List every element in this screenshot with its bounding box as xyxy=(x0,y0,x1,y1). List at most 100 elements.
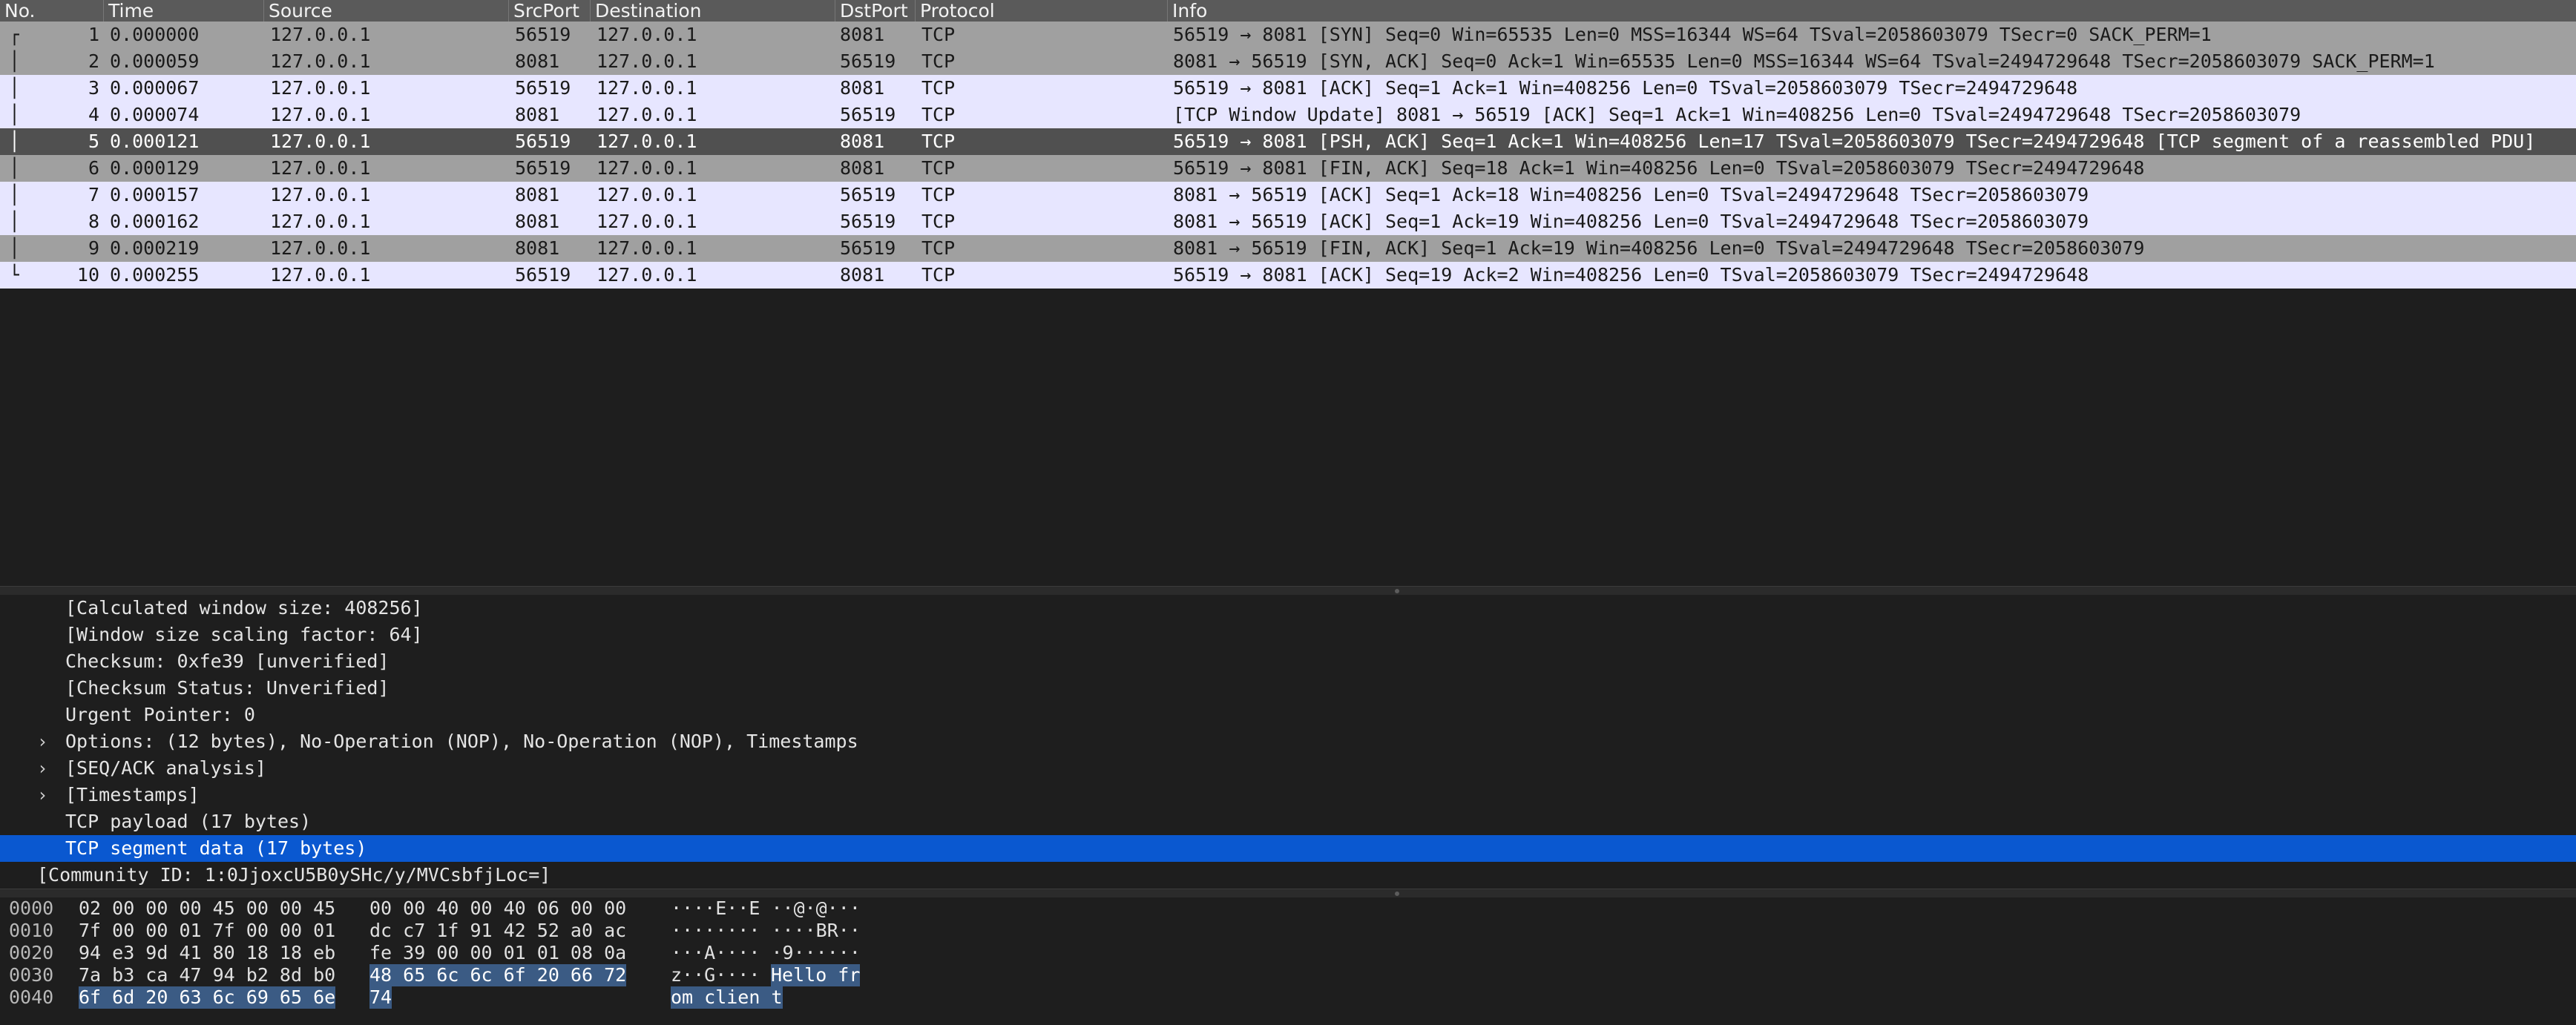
conversation-bracket: │ xyxy=(9,77,19,99)
conversation-bracket: │ xyxy=(9,211,19,232)
cell-no: 8 xyxy=(88,211,99,232)
conversation-bracket: │ xyxy=(9,237,19,259)
cell-no: 3 xyxy=(88,77,99,99)
cell-srcport: 8081 xyxy=(515,211,560,232)
expand-chevron-icon[interactable]: › xyxy=(37,782,47,808)
packet-row[interactable]: │ 2 0.000059 127.0.0.1 8081 127.0.0.1 56519 TCP… xyxy=(0,48,2576,75)
cell-source: 127.0.0.1 xyxy=(270,77,371,99)
col-header-destination[interactable]: Destination xyxy=(591,0,835,22)
cell-srcport: 8081 xyxy=(515,50,560,72)
detail-text: [Timestamps] xyxy=(65,784,200,805)
detail-row[interactable]: [Calculated window size: 408256] xyxy=(0,595,2576,622)
cell-info: 8081 → 56519 [ACK] Seq=1 Ack=19 Win=4082… xyxy=(1173,211,2089,232)
packet-row[interactable]: │ 8 0.000162 127.0.0.1 8081 127.0.0.1 56519 TCP… xyxy=(0,208,2576,235)
expand-chevron-icon[interactable]: › xyxy=(37,728,47,755)
ascii-text[interactable]: z··G···· xyxy=(671,964,760,986)
cell-destination: 127.0.0.1 xyxy=(597,211,697,232)
hex-group-1[interactable]: 7a b3 ca 47 94 b2 8d b0 xyxy=(79,964,335,986)
packet-details-pane[interactable]: [Calculated window size: 408256] [Window … xyxy=(0,595,2576,889)
expand-chevron-icon[interactable]: › xyxy=(37,755,47,782)
col-header-source[interactable]: Source xyxy=(264,0,509,22)
cell-time: 0.000074 xyxy=(110,104,200,125)
cell-dstport: 8081 xyxy=(840,131,885,152)
ascii-text[interactable]: ····E··E ··@·@··· xyxy=(671,897,861,920)
cell-dstport: 56519 xyxy=(840,184,896,205)
cell-protocol: TCP xyxy=(921,184,956,205)
ascii-text-highlight[interactable]: Hello fr xyxy=(771,964,861,986)
packet-list-header: No. Time Source SrcPort Destination DstP… xyxy=(0,0,2576,22)
cell-source: 127.0.0.1 xyxy=(270,157,371,179)
cell-source: 127.0.0.1 xyxy=(270,50,371,72)
col-header-info[interactable]: Info xyxy=(1168,0,2576,22)
col-header-dstport[interactable]: DstPort xyxy=(835,0,916,22)
col-header-time[interactable]: Time xyxy=(104,0,264,22)
packet-row[interactable]: │ 4 0.000074 127.0.0.1 8081 127.0.0.1 56519 TCP… xyxy=(0,102,2576,128)
cell-info: 8081 → 56519 [FIN, ACK] Seq=1 Ack=19 Win… xyxy=(1173,237,2145,259)
cell-time: 0.000219 xyxy=(110,237,200,259)
cell-dstport: 56519 xyxy=(840,104,896,125)
packet-list-pane[interactable]: No. Time Source SrcPort Destination DstP… xyxy=(0,0,2576,586)
packet-row[interactable]: │ 3 0.000067 127.0.0.1 56519 127.0.0.1 8081 TCP… xyxy=(0,75,2576,102)
hex-group-1[interactable]: 94 e3 9d 41 80 18 18 eb xyxy=(79,942,335,964)
detail-row[interactable]: › [SEQ/ACK analysis] xyxy=(0,755,2576,782)
packet-row[interactable]: ┌ 1 0.000000 127.0.0.1 56519 127.0.0.1 8081 TCP… xyxy=(0,22,2576,48)
col-header-srcport[interactable]: SrcPort xyxy=(509,0,591,22)
cell-no: 6 xyxy=(88,157,99,179)
ascii-text-highlight[interactable]: om clien t xyxy=(671,986,783,1009)
cell-dstport: 8081 xyxy=(840,77,885,99)
packet-row[interactable]: └ 10 0.000255 127.0.0.1 56519 127.0.0.1 8081 TC… xyxy=(0,262,2576,289)
detail-row[interactable]: TCP payload (17 bytes) xyxy=(0,808,2576,835)
hex-group-1[interactable]: 7f 00 00 01 7f 00 00 01 xyxy=(79,920,335,942)
packet-row[interactable]: │ 6 0.000129 127.0.0.1 56519 127.0.0.1 8081 TCP… xyxy=(0,155,2576,182)
cell-protocol: TCP xyxy=(921,157,956,179)
col-header-protocol[interactable]: Protocol xyxy=(916,0,1168,22)
packet-row[interactable]: │ 9 0.000219 127.0.0.1 8081 127.0.0.1 56519 TCP… xyxy=(0,235,2576,262)
hex-group-2[interactable]: dc c7 1f 91 42 52 a0 ac xyxy=(369,920,626,942)
cell-dstport: 8081 xyxy=(840,264,885,286)
packet-bytes-pane[interactable]: 0000 02 00 00 00 45 00 00 45 00 00 40 00 4… xyxy=(0,897,2576,1025)
col-header-no[interactable]: No. xyxy=(0,0,104,22)
ascii-text[interactable]: ········ ····BR·· xyxy=(671,920,861,942)
detail-row[interactable]: [Checksum Status: Unverified] xyxy=(0,675,2576,702)
hex-group-2[interactable]: 00 00 40 00 40 06 00 00 xyxy=(369,897,626,920)
cell-srcport: 8081 xyxy=(515,184,560,205)
detail-row[interactable]: Checksum: 0xfe39 [unverified] xyxy=(0,648,2576,675)
cell-destination: 127.0.0.1 xyxy=(597,24,697,45)
cell-time: 0.000162 xyxy=(110,211,200,232)
hex-group-2-highlight[interactable]: 48 65 6c 6c 6f 20 66 72 xyxy=(369,964,627,986)
cell-destination: 127.0.0.1 xyxy=(597,264,697,286)
cell-srcport: 56519 xyxy=(515,24,571,45)
packet-row[interactable]: │ 7 0.000157 127.0.0.1 8081 127.0.0.1 56519 TCP… xyxy=(0,182,2576,208)
cell-destination: 127.0.0.1 xyxy=(597,77,697,99)
hex-group-1-highlight[interactable]: 6f 6d 20 63 6c 69 65 6e xyxy=(79,986,336,1009)
cell-protocol: TCP xyxy=(921,77,956,99)
cell-no: 7 xyxy=(88,184,99,205)
hex-group-2-highlight[interactable]: 74 xyxy=(369,986,392,1009)
detail-text: TCP payload (17 bytes) xyxy=(65,811,312,832)
hex-group-2[interactable]: fe 39 00 00 01 01 08 0a xyxy=(369,942,626,964)
conversation-bracket: │ xyxy=(9,131,19,152)
cell-protocol: TCP xyxy=(921,264,956,286)
detail-row[interactable]: Urgent Pointer: 0 xyxy=(0,702,2576,728)
detail-row[interactable]: TCP segment data (17 bytes) xyxy=(0,835,2576,862)
cell-protocol: TCP xyxy=(921,24,956,45)
ascii-text[interactable]: ···A···· ·9······ xyxy=(671,942,861,964)
cell-time: 0.000059 xyxy=(110,50,200,72)
hex-group-1[interactable]: 02 00 00 00 45 00 00 45 xyxy=(79,897,335,920)
detail-row[interactable]: [Window size scaling factor: 64] xyxy=(0,622,2576,648)
cell-info: 8081 → 56519 [ACK] Seq=1 Ack=18 Win=4082… xyxy=(1173,184,2089,205)
detail-text: [Window size scaling factor: 64] xyxy=(65,624,423,645)
packet-rows: ┌ 1 0.000000 127.0.0.1 56519 127.0.0.1 8081 TCP… xyxy=(0,22,2576,289)
cell-time: 0.000129 xyxy=(110,157,200,179)
detail-row[interactable]: › [Timestamps] xyxy=(0,782,2576,808)
cell-destination: 127.0.0.1 xyxy=(597,184,697,205)
cell-no: 4 xyxy=(88,104,99,125)
cell-source: 127.0.0.1 xyxy=(270,237,371,259)
cell-srcport: 56519 xyxy=(515,264,571,286)
cell-dstport: 56519 xyxy=(840,211,896,232)
packet-row[interactable]: │ 5 0.000121 127.0.0.1 56519 127.0.0.1 8081 TCP… xyxy=(0,128,2576,155)
conversation-bracket: ┌ xyxy=(9,24,19,45)
detail-row[interactable]: › Options: (12 bytes), No-Operation (NOP)… xyxy=(0,728,2576,755)
conversation-bracket: └ xyxy=(9,264,19,286)
detail-row[interactable]: [Community ID: 1:0JjoxcU5B0ySHc/y/MVCsbf… xyxy=(0,862,2576,889)
